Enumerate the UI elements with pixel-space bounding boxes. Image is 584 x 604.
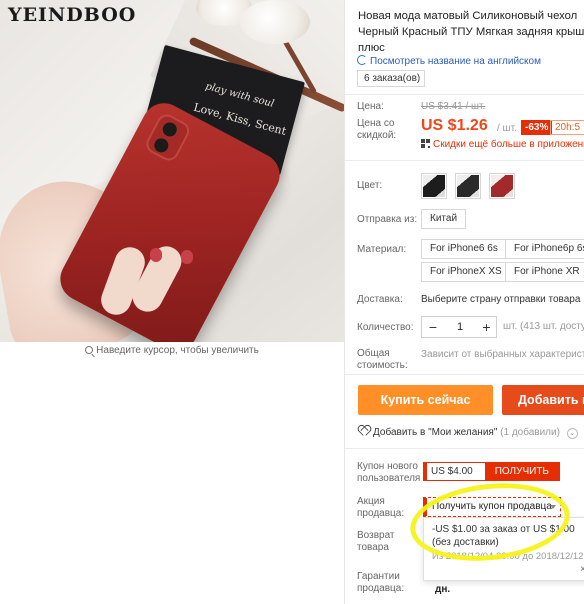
buy-now-button[interactable]: Купить сейчас — [358, 385, 493, 415]
original-price: US $3.41 / шт. — [421, 101, 486, 112]
swatch-image — [423, 175, 445, 197]
label-line: Купон нового — [357, 461, 418, 472]
ship-from-option[interactable]: Китай — [421, 209, 467, 229]
wishlist-count: (1 добавили) — [500, 427, 560, 438]
delivery-country-link[interactable]: Выберите страну отправки товара — [421, 294, 580, 305]
sale-price: US $1.26 — [421, 117, 488, 134]
translate-link-text[interactable]: Посмотреть название на английском — [370, 56, 541, 67]
product-details: Новая мода матовый Силиконовый чехол Чер… — [344, 0, 584, 604]
color-swatch-red[interactable] — [489, 173, 515, 199]
divider — [345, 374, 584, 375]
returns-label: Возврат товара — [357, 530, 395, 554]
seller-coupon-text[interactable]: Получить купон продавца — [432, 501, 552, 512]
coupon-amount: US $4.00 — [427, 463, 485, 480]
add-to-cart-button[interactable]: Добавить в — [502, 385, 584, 415]
countdown-timer: 20h:5 — [550, 120, 584, 135]
photo-camera-bump — [142, 110, 193, 164]
label-line: продавца: — [357, 583, 405, 594]
label-line: Акция — [357, 496, 385, 507]
coupon-offer-note: (без доставки) — [432, 537, 499, 548]
material-option[interactable]: For iPhone XR — [505, 262, 584, 282]
swatch-image — [491, 175, 513, 197]
divider — [345, 160, 584, 161]
label-line: пользователя — [357, 473, 421, 484]
new-user-coupon: US $4.00 ПОЛУЧИТЬ — [423, 462, 560, 481]
translate-title-link[interactable]: Посмотреть название на английском — [357, 55, 541, 67]
zoom-hint-text: Наведите курсор, чтобы увеличить — [96, 345, 259, 356]
seller-promo-label: Акция продавца: — [357, 496, 404, 520]
brand-logo: YEINDBOO — [8, 4, 137, 26]
total-value: Зависит от выбранных характеристи — [421, 349, 584, 360]
wishlist-text[interactable]: Добавить в "Мои желания" — [373, 427, 497, 438]
app-discount-link[interactable]: Скидки ещё больше в приложени — [421, 139, 584, 150]
material-option[interactable]: For iPhoneX XS — [421, 262, 511, 282]
label-line: товара — [357, 542, 389, 553]
title-line: Новая мода матовый Силиконовый чехол — [358, 10, 578, 22]
get-seller-coupon-button[interactable]: Получить купон продавца — [423, 497, 561, 517]
product-image[interactable]: play with soul Love, Kiss, Scent YEINDBO… — [0, 0, 344, 342]
total-label: Общая стоимость: — [357, 348, 408, 372]
label-line: Гарантии — [357, 571, 400, 582]
discount-price-label: Цена со скидкой: — [357, 118, 396, 142]
material-option[interactable]: For iPhone6 6s — [421, 239, 507, 259]
quantity-stepper[interactable]: − 1 + — [421, 316, 497, 338]
label-line: Цена со — [357, 118, 395, 129]
delivery-label: Доставка: — [357, 294, 403, 305]
label-line: Возврат — [357, 530, 395, 541]
color-swatch-black[interactable] — [421, 173, 447, 199]
discount-badge: -63% — [521, 120, 553, 135]
product-title: Новая мода матовый Силиконовый чехол Чер… — [358, 8, 584, 56]
seller-coupon-dropdown: -US $1.00 за заказ от US $1.00 (без дост… — [423, 517, 584, 581]
material-option[interactable]: For iPhone6p 6sp — [505, 239, 584, 259]
label-line: стоимость: — [357, 360, 408, 371]
coupon-offer[interactable]: -US $1.00 за заказ от US $1.00 — [432, 524, 575, 535]
quantity-increase-button[interactable]: + — [476, 317, 497, 337]
quantity-label: Количество: — [357, 322, 414, 333]
color-label: Цвет: — [357, 180, 383, 191]
photo-nail — [150, 248, 162, 262]
magnifier-icon — [85, 346, 94, 354]
color-swatch-black-2[interactable] — [455, 173, 481, 199]
stock-note: шт. (413 шт. доступ — [503, 321, 584, 332]
label-line: скидкой: — [357, 130, 397, 141]
material-label: Материал: — [357, 244, 407, 255]
get-coupon-button[interactable]: ПОЛУЧИТЬ — [484, 463, 559, 480]
label-line: продавца: — [357, 508, 405, 519]
title-line: плюс — [358, 42, 385, 54]
app-discount-text[interactable]: Скидки ещё больше в приложени — [433, 139, 584, 150]
add-to-wishlist[interactable]: Добавить в "Мои желания" (1 добавили) ⌄ — [358, 426, 578, 439]
chevron-down-icon[interactable]: ⌄ — [566, 428, 578, 439]
price-unit: / шт. — [497, 123, 517, 134]
photo-nail — [181, 250, 193, 264]
zoom-hint: Наведите курсор, чтобы увеличить — [0, 345, 344, 356]
swatch-image — [457, 175, 479, 197]
quantity-decrease-button[interactable]: − — [422, 317, 444, 337]
divider — [345, 94, 584, 95]
price-label: Цена: — [357, 101, 384, 112]
quantity-input[interactable]: 1 — [444, 317, 476, 337]
title-line: Черный Красный ТПУ Мягкая задняя крыш — [358, 26, 584, 38]
guarantee-value: дн. — [435, 584, 451, 595]
label-line: Общая — [357, 348, 390, 359]
divider — [345, 448, 584, 449]
guarantee-label: Гарантии продавца: — [357, 571, 404, 595]
heart-icon — [358, 426, 369, 436]
ship-from-label: Отправка из: — [357, 214, 418, 225]
photo-cotton — [240, 0, 310, 44]
close-icon[interactable]: × — [580, 564, 584, 575]
coupon-validity-dates: Из 2018/12/04 20:00 до 2018/12/12 2 — [432, 551, 584, 562]
new-user-coupon-label: Купон нового пользователя — [357, 461, 420, 485]
translate-icon — [357, 55, 367, 65]
qr-code-icon — [421, 139, 430, 148]
orders-count: 6 заказа(ов) — [357, 70, 426, 87]
caret-down-icon — [550, 505, 556, 509]
